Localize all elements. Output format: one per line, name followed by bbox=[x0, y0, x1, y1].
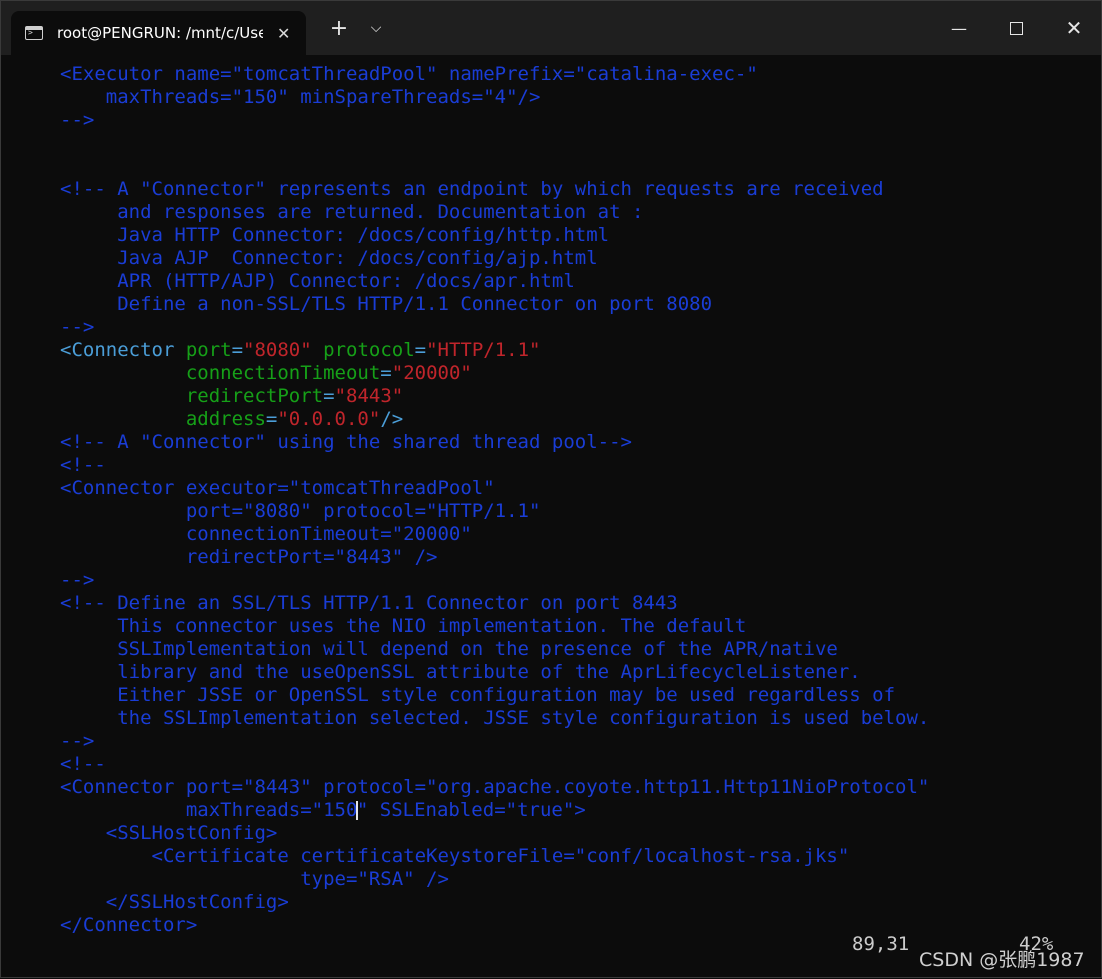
code-line: <Certificate certificateKeystoreFile="co… bbox=[60, 845, 850, 867]
code-line: the SSLImplementation selected. JSSE sty… bbox=[60, 707, 930, 729]
code-line: Define a non-SSL/TLS HTTP/1.1 Connector … bbox=[60, 293, 713, 315]
code-line: library and the useOpenSSL attribute of … bbox=[60, 661, 861, 683]
maximize-button[interactable] bbox=[993, 15, 1039, 41]
code-line: address="0.0.0.0"/> bbox=[60, 408, 404, 430]
chevron-down-icon[interactable]: ⌵ bbox=[363, 15, 389, 41]
code-line: <Connector port="8080" protocol="HTTP/1.… bbox=[60, 339, 541, 361]
code-line: <!-- bbox=[60, 454, 106, 476]
code-line: maxThreads="150" SSLEnabled="true"> bbox=[60, 799, 586, 821]
code-line: Java AJP Connector: /docs/config/ajp.htm… bbox=[60, 247, 598, 269]
code-line: connectionTimeout="20000" bbox=[60, 362, 472, 384]
code-line: <Executor name="tomcatThreadPool" namePr… bbox=[60, 63, 758, 85]
code-line: <Connector port="8443" protocol="org.apa… bbox=[60, 776, 930, 798]
code-line: --> bbox=[60, 316, 95, 338]
code-line: <!-- bbox=[60, 753, 106, 775]
maximize-icon bbox=[1009, 21, 1023, 35]
code-line: type="RSA" /> bbox=[60, 868, 449, 890]
code-line: </SSLHostConfig> bbox=[60, 891, 289, 913]
tab-title: root@PENGRUN: /mnt/c/User bbox=[57, 24, 263, 42]
code-line: --> bbox=[60, 569, 95, 591]
code-line: redirectPort="8443" /> bbox=[60, 546, 438, 568]
code-line: <Connector executor="tomcatThreadPool" bbox=[60, 477, 495, 499]
code-line: connectionTimeout="20000" bbox=[60, 523, 472, 545]
code-line: </Connector> bbox=[60, 914, 198, 936]
cursor-position: 89,31 bbox=[852, 933, 910, 955]
code-line: This connector uses the NIO implementati… bbox=[60, 615, 747, 637]
code-line: --> bbox=[60, 109, 95, 131]
code-line: redirectPort="8443" bbox=[60, 385, 404, 407]
terminal-content[interactable]: <Executor name="tomcatThreadPool" namePr… bbox=[1, 55, 1102, 979]
code-line: SSLImplementation will depend on the pre… bbox=[60, 638, 838, 660]
tab-close-icon[interactable]: ✕ bbox=[277, 24, 290, 43]
code-line: port="8080" protocol="HTTP/1.1" bbox=[60, 500, 541, 522]
code-line: APR (HTTP/AJP) Connector: /docs/apr.html bbox=[60, 270, 575, 292]
code-line: Either JSSE or OpenSSL style configurati… bbox=[60, 684, 896, 706]
title-bar: root@PENGRUN: /mnt/c/User ✕ + ⌵ — ✕ bbox=[1, 1, 1101, 55]
code-line: <!-- A "Connector" represents an endpoin… bbox=[60, 178, 884, 200]
code-line: maxThreads="150" minSpareThreads="4"/> bbox=[60, 86, 541, 108]
code-line: --> bbox=[60, 730, 95, 752]
watermark: CSDN @张鹏1987 bbox=[919, 949, 1085, 971]
new-tab-button[interactable]: + bbox=[326, 15, 352, 41]
code-line: <SSLHostConfig> bbox=[60, 822, 278, 844]
code-line: <!-- A "Connector" using the shared thre… bbox=[60, 431, 632, 453]
code-line: Java HTTP Connector: /docs/config/http.h… bbox=[60, 224, 610, 246]
code-line: and responses are returned. Documentatio… bbox=[60, 201, 644, 223]
code-line: <!-- Define an SSL/TLS HTTP/1.1 Connecto… bbox=[60, 592, 678, 614]
close-window-button[interactable]: ✕ bbox=[1051, 15, 1097, 41]
terminal-icon bbox=[25, 26, 43, 40]
minimize-button[interactable]: — bbox=[936, 15, 982, 41]
terminal-tab[interactable]: root@PENGRUN: /mnt/c/User ✕ bbox=[11, 11, 306, 55]
terminal-window: root@PENGRUN: /mnt/c/User ✕ + ⌵ — ✕ <Exe… bbox=[0, 0, 1102, 978]
